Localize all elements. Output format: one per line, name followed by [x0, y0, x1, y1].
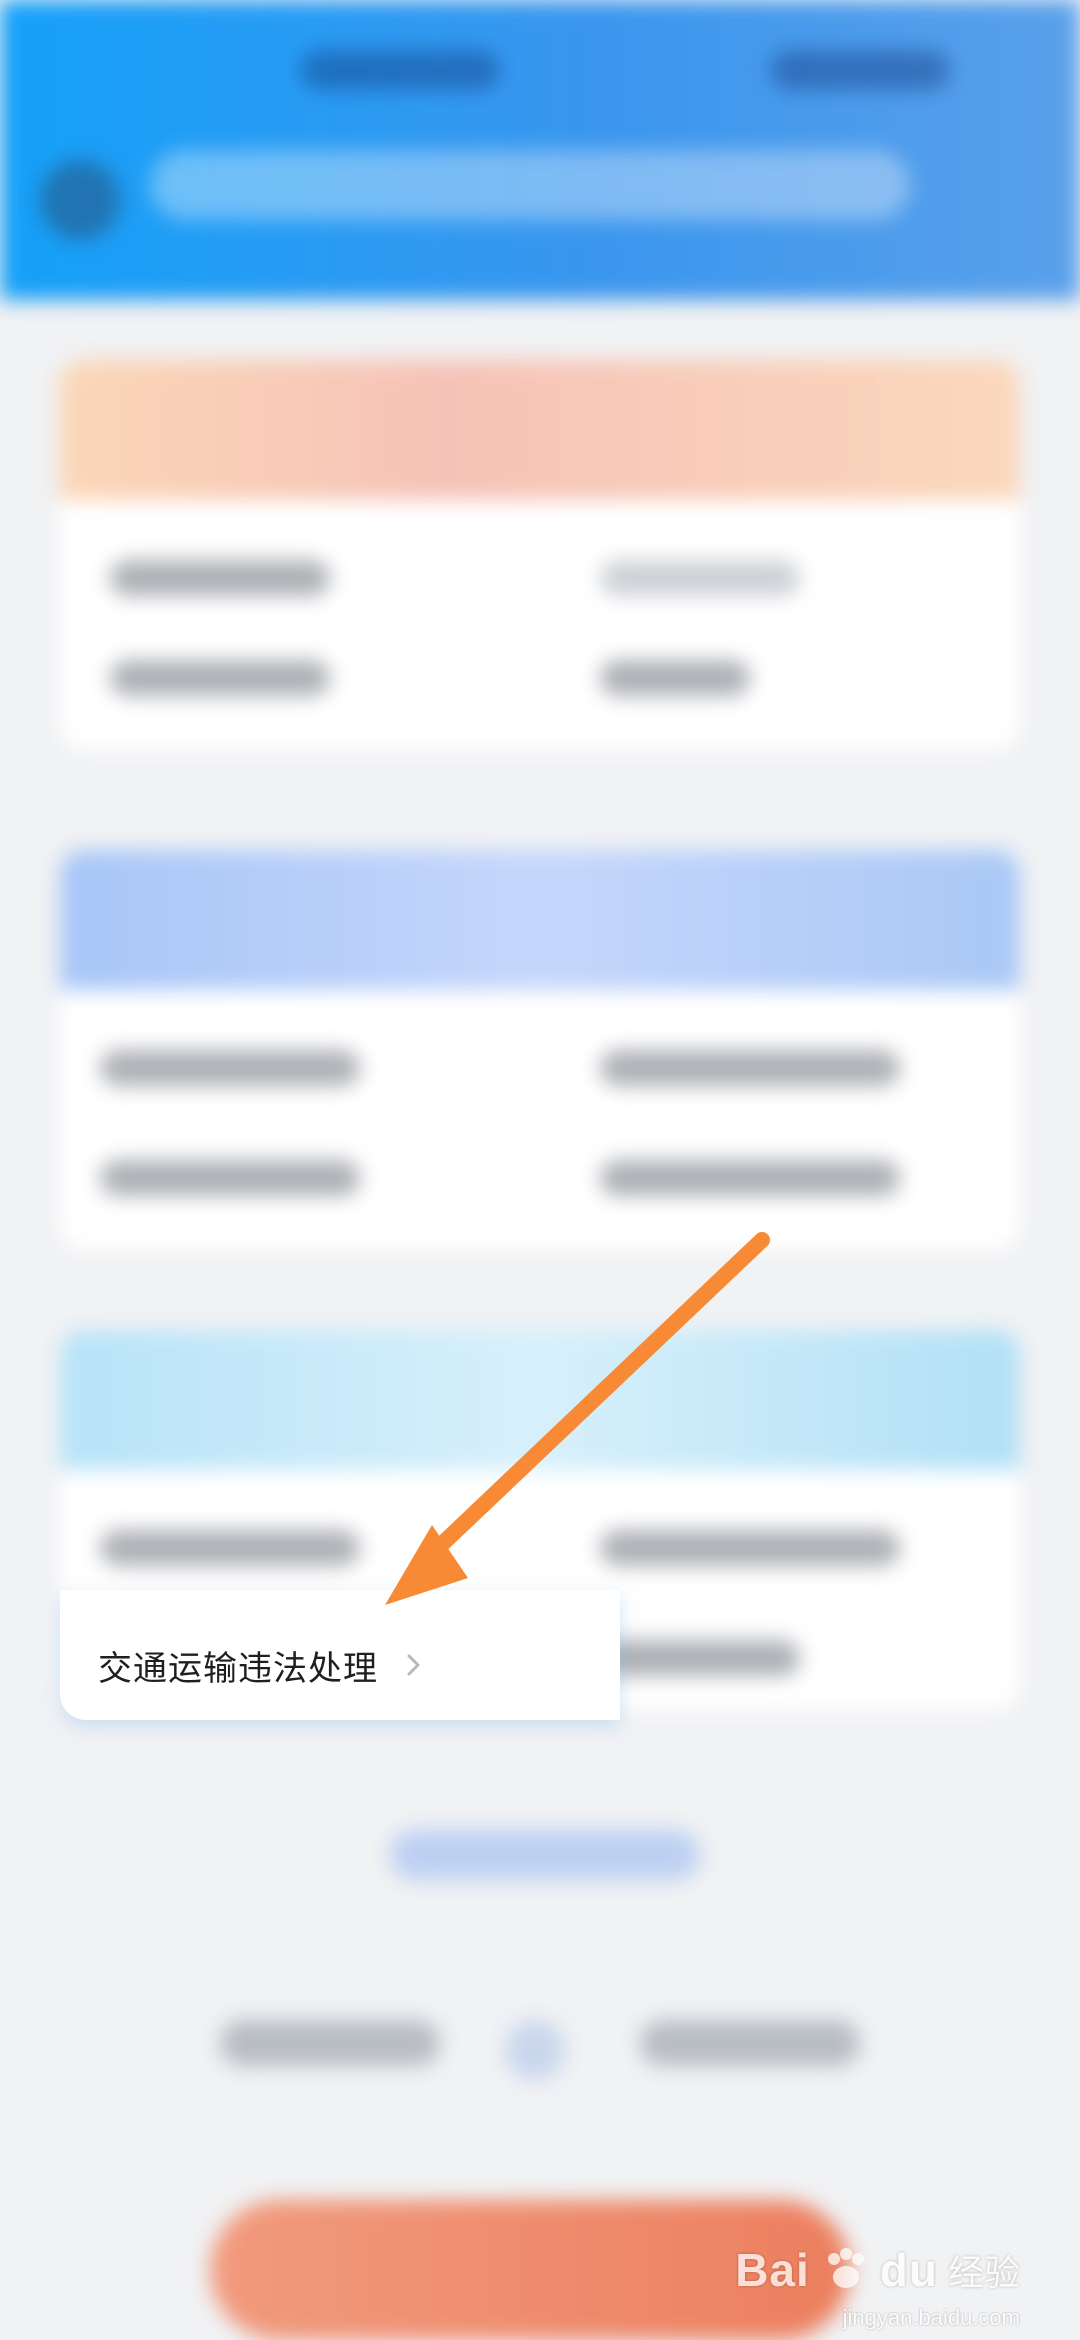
service-item[interactable]: [100, 1530, 360, 1566]
service-label: 交通运输违法处理: [98, 1648, 378, 1689]
card-header: [60, 360, 1020, 500]
footer-text-left: [220, 2020, 440, 2066]
watermark-brand-suffix: du: [879, 2244, 938, 2296]
service-item[interactable]: [600, 560, 800, 596]
card-header: [60, 1330, 1020, 1470]
watermark-cn: 经验: [947, 2253, 1020, 2294]
service-item[interactable]: [600, 660, 750, 696]
paw-icon: [827, 2248, 864, 2288]
blurred-background: [0, 0, 1080, 2340]
traffic-violation-service-item[interactable]: 交通运输违法处理: [98, 1635, 426, 1695]
service-item[interactable]: [600, 1160, 900, 1196]
service-item[interactable]: [600, 1530, 900, 1566]
view-more-link[interactable]: [390, 1830, 700, 1880]
service-card-1: [60, 360, 1020, 750]
watermark-url: jingyan.baidu.com: [842, 2305, 1020, 2330]
status-placeholder-right: [770, 50, 950, 90]
service-card-2: [60, 850, 1020, 1250]
footer-text-right: [640, 2020, 860, 2066]
header: [0, 0, 1080, 300]
card-header: [60, 850, 1020, 990]
watermark-brand: Bai: [735, 2244, 810, 2296]
service-item[interactable]: [110, 660, 330, 696]
app-logo: [40, 160, 120, 240]
service-item[interactable]: [100, 1160, 360, 1196]
service-item[interactable]: [100, 1050, 360, 1086]
search-bar[interactable]: [150, 150, 910, 220]
service-item[interactable]: [600, 1640, 800, 1676]
baidu-watermark: Bai du 经验: [735, 2230, 1020, 2310]
service-item[interactable]: [600, 1050, 900, 1086]
footer-icon: [505, 2020, 565, 2080]
service-item[interactable]: [110, 560, 330, 596]
chevron-right-icon: [407, 1654, 420, 1676]
status-placeholder: [300, 50, 500, 90]
